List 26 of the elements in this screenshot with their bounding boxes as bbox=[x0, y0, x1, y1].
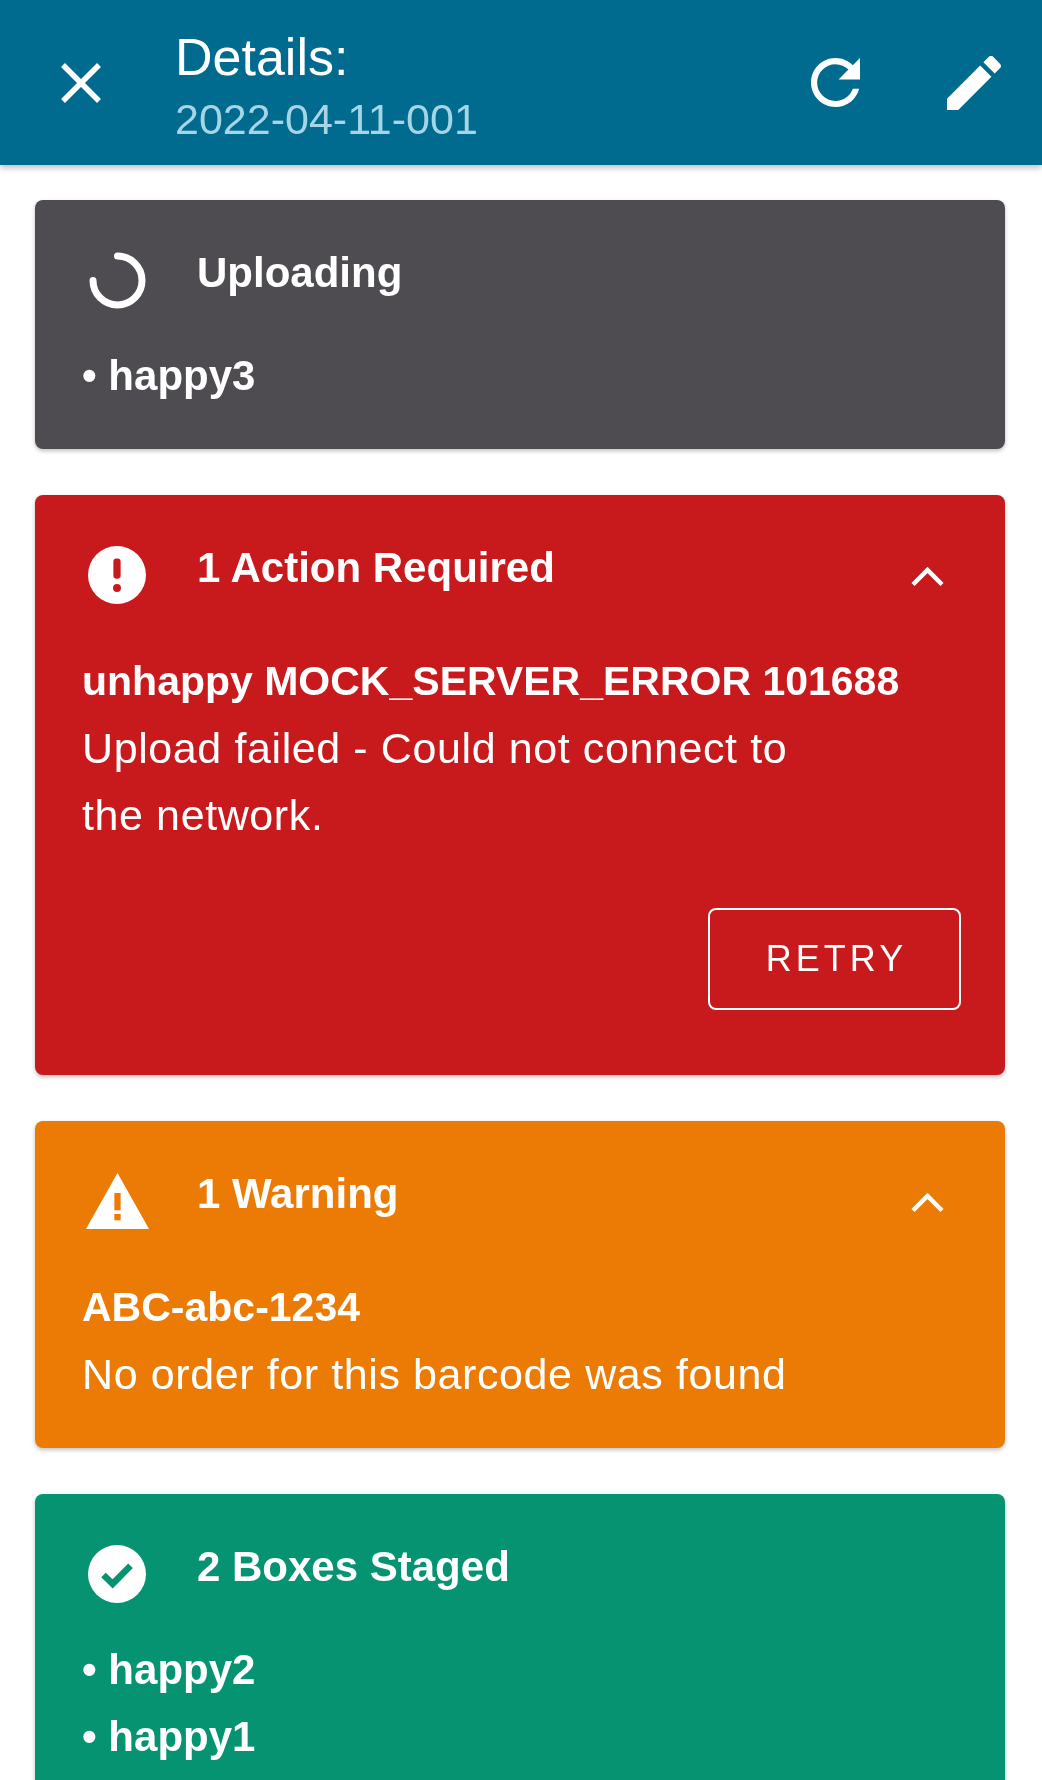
retry-button[interactable]: RETRY bbox=[708, 908, 961, 1010]
check-circle-icon bbox=[88, 1545, 146, 1603]
spinner-icon bbox=[88, 251, 146, 309]
card-title: 1 Action Required bbox=[197, 543, 556, 593]
exclamation-circle-icon bbox=[88, 546, 146, 604]
chevron-up-icon[interactable] bbox=[910, 1192, 945, 1214]
list-item: • happy1 bbox=[82, 1712, 256, 1762]
header-title: Details: bbox=[175, 27, 349, 87]
refresh-icon bbox=[811, 58, 860, 107]
message-text: Upload failed - Could not connect to the network. bbox=[82, 723, 789, 841]
message-heading: unhappy MOCK_SERVER_ERROR 101688 bbox=[82, 657, 900, 706]
card-title: 1 Warning bbox=[197, 1169, 400, 1219]
card-title: Uploading bbox=[197, 248, 404, 298]
edit-button[interactable] bbox=[947, 55, 1001, 110]
message-heading: ABC-abc-1234 bbox=[82, 1283, 360, 1332]
close-button[interactable] bbox=[60, 61, 102, 104]
message-text: No order for this barcode was found bbox=[82, 1349, 787, 1400]
list-item: • happy3 bbox=[82, 351, 256, 401]
list-item: • happy2 bbox=[82, 1645, 256, 1695]
close-icon bbox=[60, 61, 102, 104]
refresh-button[interactable] bbox=[811, 58, 860, 107]
pencil-icon bbox=[947, 55, 1001, 110]
header-subtitle: 2022-04-11-001 bbox=[175, 94, 478, 144]
chevron-up-icon[interactable] bbox=[910, 566, 945, 588]
warning-triangle-icon bbox=[85, 1173, 149, 1229]
card-title: 2 Boxes Staged bbox=[197, 1542, 511, 1592]
